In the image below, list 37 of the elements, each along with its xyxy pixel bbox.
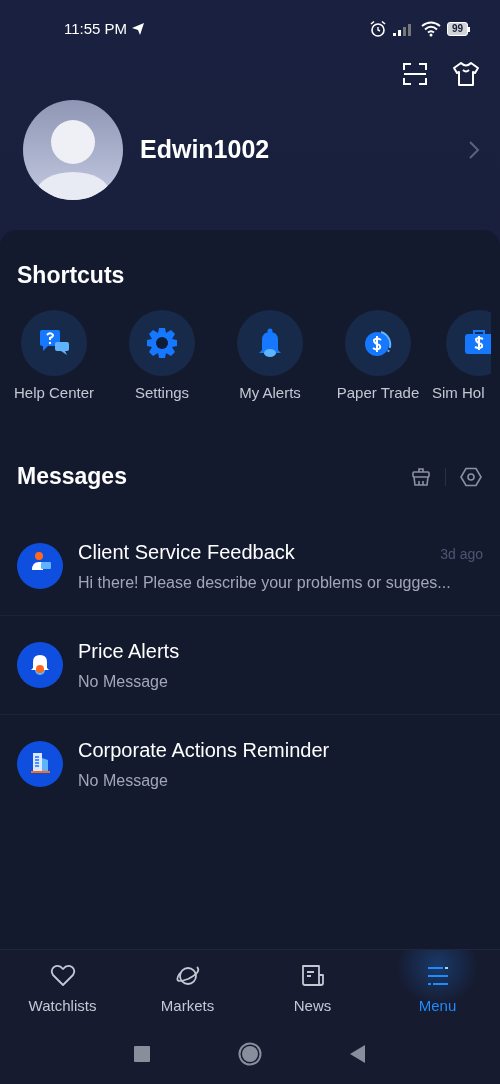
- shortcut-label[interactable]: Settings: [134, 382, 190, 405]
- nav-tab[interactable]: Markets: [125, 950, 250, 1030]
- bell-icon: [17, 641, 63, 688]
- shortcut-label[interactable]: Help Center: [13, 382, 94, 405]
- send-icon: [131, 22, 146, 36]
- message-title[interactable]: Price Alerts: [78, 635, 483, 666]
- message-preview: Hi there! Please describe your problems or sugges...: [78, 572, 452, 593]
- gear-icon: [145, 326, 179, 360]
- shortcut-label[interactable]: My Alerts: [239, 382, 301, 405]
- shortcut-label[interactable]: Paper Trade: [336, 382, 420, 405]
- shirt-icon[interactable]: [452, 61, 480, 87]
- message-preview: No Message: [78, 771, 169, 791]
- person-mail-icon: [17, 542, 63, 589]
- settings-icon[interactable]: [460, 465, 482, 488]
- username[interactable]: Edwin1002: [140, 131, 468, 169]
- home-button[interactable]: [238, 1042, 262, 1066]
- newspaper-icon: [299, 962, 326, 989]
- shortcut-label[interactable]: Sim Hol: [432, 382, 485, 405]
- back-button[interactable]: [350, 1045, 366, 1063]
- battery-icon: 99: [446, 22, 470, 36]
- scan-icon[interactable]: [402, 61, 428, 87]
- section-title: Shortcuts: [16, 261, 126, 290]
- message-title[interactable]: Client Service Feedback: [78, 536, 441, 567]
- status-time: 11:55 PM: [64, 18, 128, 39]
- alarm-icon: [368, 20, 387, 38]
- broom-icon[interactable]: [411, 466, 431, 487]
- chevron-right-icon[interactable]: [468, 140, 480, 160]
- building-icon: [17, 741, 63, 787]
- wifi-icon: [420, 21, 441, 37]
- nav-tab[interactable]: News: [250, 950, 375, 1030]
- nav-tab[interactable]: Watchlists: [0, 950, 125, 1030]
- message-time: 3d ago: [440, 544, 483, 564]
- section-title: Messages: [17, 462, 128, 492]
- avatar[interactable]: [23, 100, 123, 200]
- message-preview: No Message: [78, 671, 169, 692]
- message-title[interactable]: Corporate Actions Reminder: [78, 735, 483, 765]
- heart-icon: [49, 962, 76, 989]
